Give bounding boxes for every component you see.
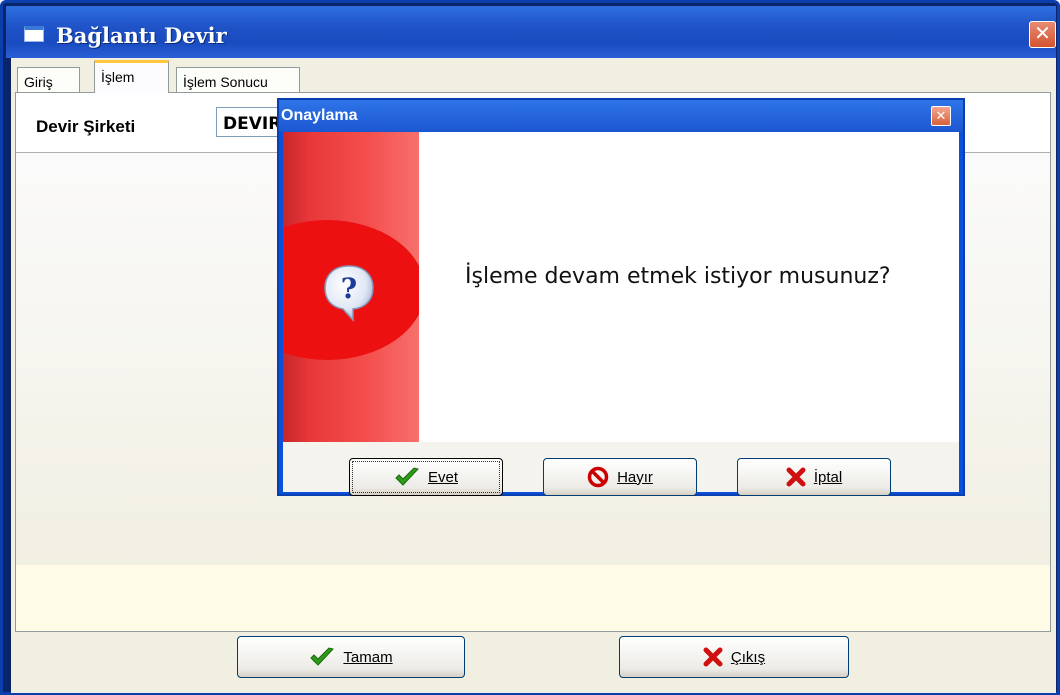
tab-giris[interactable]: Giriş bbox=[17, 67, 80, 93]
tab-islem-sonucu[interactable]: İşlem Sonucu bbox=[176, 67, 300, 93]
dialog-message: İşleme devam etmek istiyor musunuz? bbox=[465, 264, 891, 289]
ok-button-label: Tamam bbox=[343, 648, 393, 666]
dialog-button-bar: Evet Hayır İptal bbox=[283, 442, 959, 496]
check-icon bbox=[309, 647, 335, 667]
window-title: Bağlantı Devir bbox=[56, 23, 227, 48]
main-titlebar[interactable]: Bağlantı Devir ✕ bbox=[6, 6, 1056, 58]
no-button-label: Hayır bbox=[617, 468, 653, 486]
exit-button-label: Çıkış bbox=[730, 648, 766, 666]
yes-button-label: Evet bbox=[427, 468, 458, 486]
devir-sirketi-label: Devir Şirketi bbox=[36, 117, 136, 136]
question-icon: ? bbox=[321, 262, 377, 329]
x-icon bbox=[786, 467, 806, 487]
no-entry-icon bbox=[587, 466, 609, 488]
svg-text:?: ? bbox=[341, 272, 357, 305]
dialog-side-panel: ? bbox=[283, 132, 419, 442]
dialog-titlebar[interactable]: Onaylama ✕ bbox=[279, 100, 963, 132]
panel-footer-band bbox=[16, 565, 1050, 631]
cancel-button-label: İptal bbox=[813, 468, 843, 486]
close-button[interactable]: ✕ bbox=[1029, 21, 1056, 48]
yes-button[interactable]: Evet bbox=[349, 458, 503, 496]
check-icon bbox=[394, 467, 420, 487]
no-button[interactable]: Hayır bbox=[543, 458, 697, 496]
dialog-content: ? İşleme devam etmek istiyor musunuz? Ev… bbox=[283, 132, 959, 496]
exit-button[interactable]: Çıkış bbox=[619, 636, 849, 678]
window-icon bbox=[24, 26, 44, 42]
confirm-dialog: Onaylama ✕ ? İşleme devam etmek istiyor … bbox=[277, 98, 965, 496]
tab-islem[interactable]: İşlem bbox=[94, 60, 169, 93]
dialog-title: Onaylama bbox=[281, 107, 358, 124]
x-icon bbox=[703, 647, 723, 667]
cancel-button[interactable]: İptal bbox=[737, 458, 891, 496]
dialog-close-button[interactable]: ✕ bbox=[931, 106, 951, 126]
ok-button[interactable]: Tamam bbox=[237, 636, 465, 678]
